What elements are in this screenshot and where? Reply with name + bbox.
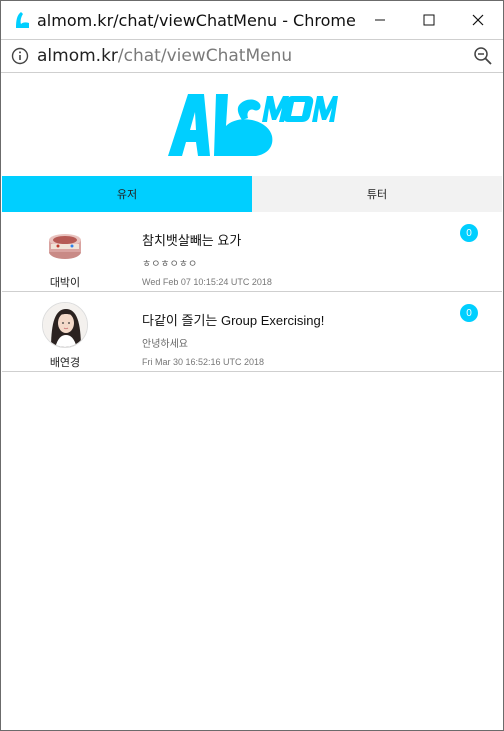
chat-room-title: 참치뱃살빼는 요가 <box>142 233 242 248</box>
avatar <box>42 222 88 268</box>
url-text[interactable]: almom.kr/chat/viewChatMenu <box>37 46 473 66</box>
window-title: almom.kr/chat/viewChatMenu - Chrome <box>37 10 356 30</box>
browser-window: almom.kr/chat/viewChatMenu - Chrome almo… <box>0 0 504 731</box>
chat-timestamp: Fri Mar 30 16:52:16 UTC 2018 <box>142 357 265 367</box>
unread-count-badge: 0 <box>460 304 478 322</box>
minimize-button[interactable] <box>356 1 405 39</box>
almom-logo[interactable] <box>2 74 502 176</box>
maximize-button[interactable] <box>405 1 454 39</box>
chat-last-message: ㅎㅇㅎㅇㅎㅇ <box>142 259 198 270</box>
unread-count-badge: 0 <box>460 224 478 242</box>
url-domain: almom.kr <box>37 46 118 66</box>
url-path: /chat/viewChatMenu <box>117 46 293 66</box>
chat-last-message: 안녕하세요 <box>142 339 188 350</box>
address-bar[interactable]: almom.kr/chat/viewChatMenu <box>1 39 503 73</box>
tab-tutor[interactable]: 튜터 <box>252 176 502 212</box>
tab-user-label: 유저 <box>116 189 138 201</box>
chat-room-row[interactable]: 배연경 다같이 즐기는 Group Exercising! 안녕하세요 Fri … <box>2 292 502 372</box>
chat-room-title: 다같이 즐기는 Group Exercising! <box>142 313 325 328</box>
chat-user-name: 대박이 <box>49 277 81 289</box>
tab-tutor-label: 튜터 <box>366 189 388 201</box>
portrait-avatar-icon <box>42 302 88 348</box>
avatar <box>42 302 88 348</box>
food-can-avatar-icon <box>42 222 88 268</box>
close-button[interactable] <box>454 1 503 39</box>
almom-app-icon <box>13 9 31 31</box>
chat-tabs: 유저 튜터 <box>2 176 502 212</box>
title-bar[interactable]: almom.kr/chat/viewChatMenu - Chrome <box>1 1 503 39</box>
chat-timestamp: Wed Feb 07 10:15:24 UTC 2018 <box>142 277 272 287</box>
tab-user[interactable]: 유저 <box>2 176 252 212</box>
page-content: 유저 튜터 대박이 참치뱃살빼는 요가 ㅎㅇㅎㅇㅎㅇ Wed Feb 07 10… <box>2 74 502 729</box>
chat-room-row[interactable]: 대박이 참치뱃살빼는 요가 ㅎㅇㅎㅇㅎㅇ Wed Feb 07 10:15:24… <box>2 212 502 292</box>
zoom-out-icon[interactable] <box>473 46 493 66</box>
info-icon[interactable] <box>11 47 29 65</box>
chat-user-name: 배연경 <box>49 357 81 369</box>
